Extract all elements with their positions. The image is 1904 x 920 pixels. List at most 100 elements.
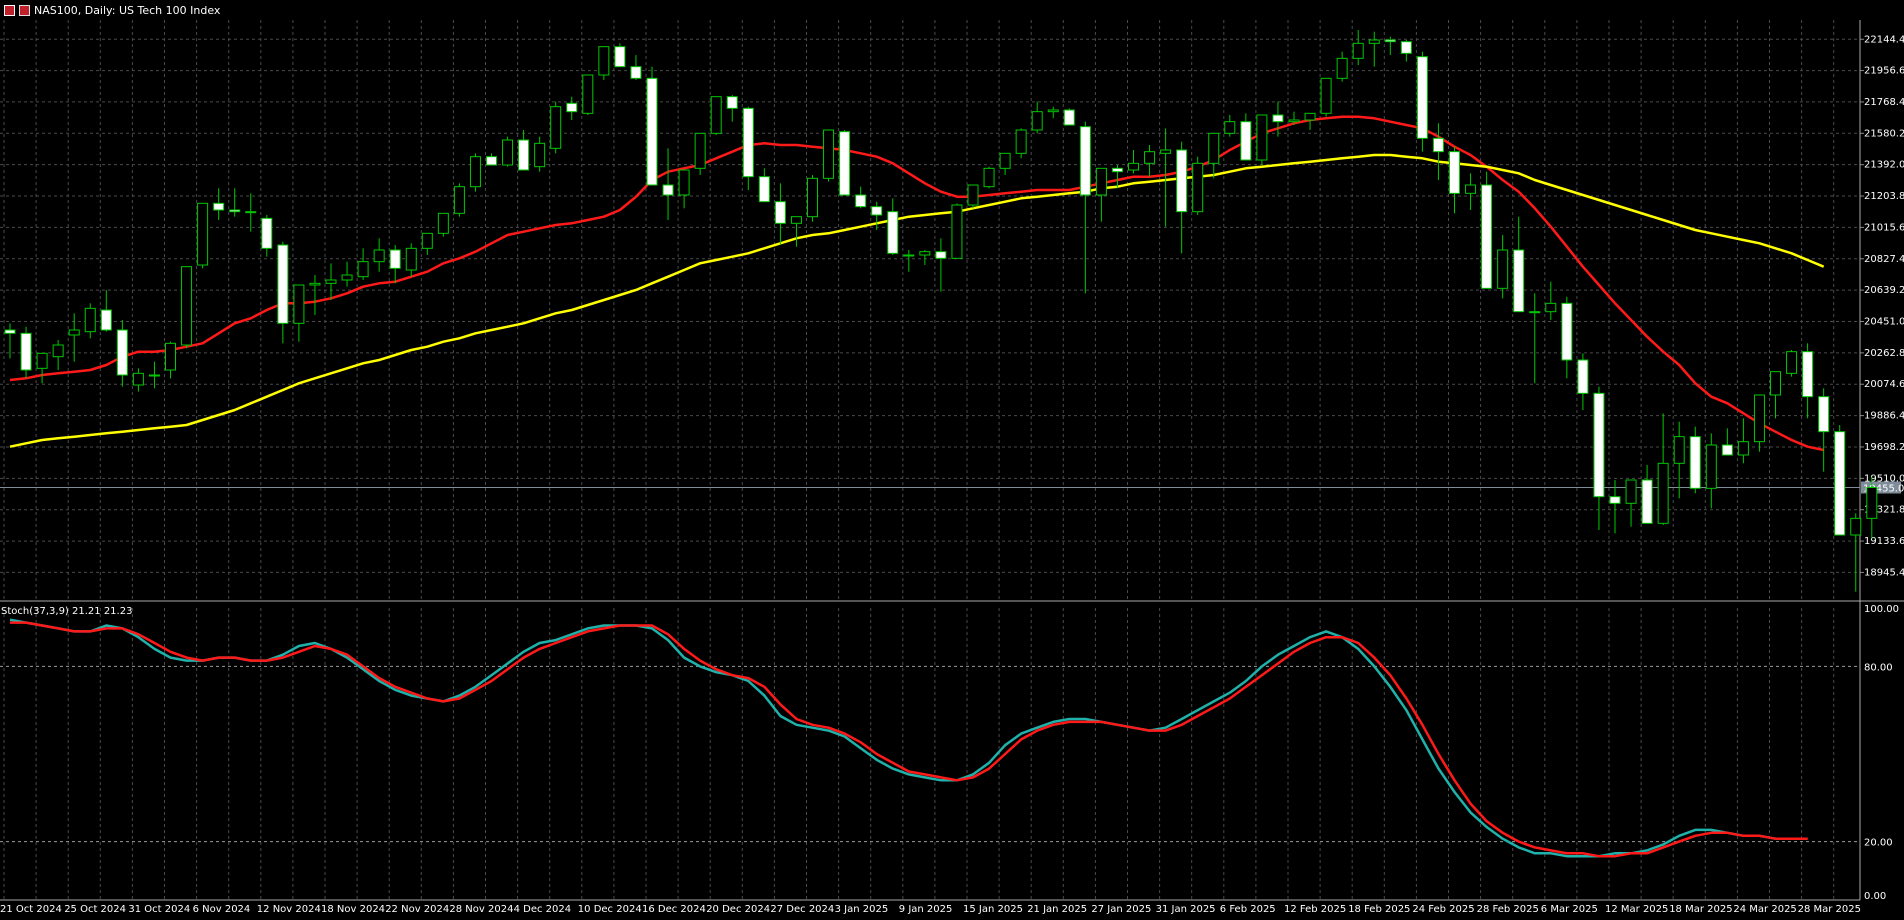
- candle-body-bear: [742, 107, 754, 178]
- candle-body-bear: [1561, 302, 1573, 361]
- candle-body-bear: [1449, 151, 1460, 194]
- candle-body-bull: [1497, 249, 1509, 289]
- chart-canvas[interactable]: 22144.4 21956.6 21768.4 21580.2 21392.0 21203…: [0, 0, 1904, 920]
- candle: [903, 250, 915, 272]
- candle-body-bull: [807, 177, 818, 218]
- candle-body-bear: [1240, 121, 1252, 161]
- date-tick-label: 28 Nov 2024: [449, 904, 513, 915]
- candle-body-bear: [1111, 167, 1123, 173]
- date-tick-label: 18 Mar 2025: [1669, 904, 1732, 915]
- candle-body-bull: [1465, 184, 1477, 194]
- candle-body-bull: [983, 167, 995, 188]
- stoch-tick-label: 20.00: [1864, 838, 1893, 849]
- candles: [4, 30, 1878, 592]
- date-tick-label: 21 Jan 2025: [1027, 904, 1087, 915]
- candle: [1320, 77, 1332, 117]
- candle-body-bear: [1577, 359, 1589, 394]
- candle-body-bull: [68, 329, 80, 336]
- candle-body-bull: [1705, 444, 1717, 489]
- candle-body-bull: [1224, 121, 1236, 134]
- candle: [1497, 235, 1509, 299]
- candle: [935, 238, 947, 292]
- candle: [1641, 465, 1653, 524]
- candle: [100, 290, 112, 332]
- chart-root: NAS100, Daily: US Tech 100 Index 22144.4…: [0, 0, 1904, 920]
- candle-body-bull: [1015, 129, 1027, 154]
- candle: [823, 129, 835, 182]
- candle-body-bear: [277, 244, 289, 324]
- candle-body-bear: [213, 202, 225, 211]
- stoch-tick-label: 100.00: [1864, 604, 1899, 615]
- candle: [518, 130, 530, 171]
- candle: [967, 184, 979, 209]
- candle: [1015, 128, 1027, 159]
- candle: [839, 130, 851, 196]
- candle: [1176, 141, 1188, 254]
- candle-body-bull: [1673, 436, 1685, 464]
- candle: [1432, 123, 1444, 180]
- price-tick-label: 18945.4: [1864, 567, 1904, 578]
- candle: [758, 168, 770, 203]
- candle-body-bull: [325, 279, 337, 284]
- date-tick-label: 27 Dec 2024: [770, 904, 834, 915]
- candle: [389, 245, 401, 284]
- candle: [614, 43, 626, 68]
- candle: [1625, 479, 1637, 527]
- candle-body-bull: [1657, 462, 1669, 524]
- candle-body-bull: [999, 152, 1011, 169]
- candle-body-bull: [598, 46, 610, 76]
- candle-body-bear: [1641, 479, 1653, 524]
- candle-body-bear: [758, 176, 770, 203]
- candle: [1079, 121, 1091, 294]
- candle-body-bear: [662, 184, 674, 196]
- date-tick-label: 10 Dec 2024: [578, 904, 642, 915]
- candle: [1834, 425, 1846, 536]
- candle: [710, 96, 722, 135]
- date-tick-label: 6 Feb 2025: [1220, 904, 1276, 915]
- candle: [245, 193, 257, 232]
- candle-body-bear: [871, 206, 883, 216]
- candle-body-bear: [116, 329, 128, 376]
- candle-body-bull: [967, 184, 979, 206]
- candle-body-bear: [1416, 56, 1428, 139]
- candle: [68, 313, 80, 362]
- date-tick-label: 6 Mar 2025: [1541, 904, 1598, 915]
- candle: [855, 186, 867, 209]
- candle-body-bull: [694, 132, 706, 169]
- candle: [261, 215, 273, 257]
- candle: [678, 169, 690, 209]
- candle-body-bull: [1770, 371, 1781, 396]
- date-tick-label: 15 Jan 2025: [963, 904, 1023, 915]
- stoch-tick-label: 0.00: [1864, 891, 1886, 902]
- date-tick-label: 24 Mar 2025: [1733, 904, 1796, 915]
- candle: [598, 46, 610, 80]
- candle: [1705, 433, 1717, 509]
- candle-body-bull: [341, 274, 353, 281]
- candle: [1689, 426, 1701, 494]
- candle-body-bull: [1336, 57, 1348, 79]
- candle-body-bull: [1095, 167, 1107, 196]
- date-axis: 21 Oct 2024 25 Oct 2024 31 Oct 2024 6 Nov 2…: [0, 904, 1861, 915]
- candle-body-bear: [1593, 392, 1605, 498]
- candle: [486, 153, 497, 166]
- candle: [1786, 350, 1798, 377]
- candle: [534, 136, 546, 172]
- date-tick-label: 20 Dec 2024: [706, 904, 770, 915]
- candle: [726, 95, 738, 122]
- date-tick-label: 28 Mar 2025: [1798, 904, 1861, 915]
- candle-body-bull: [502, 139, 514, 166]
- candle: [1481, 171, 1493, 289]
- candle-body-bull: [1786, 351, 1798, 374]
- candle: [1673, 421, 1685, 499]
- candle: [919, 250, 931, 265]
- candle-body-bull: [678, 169, 690, 196]
- candle: [1208, 132, 1220, 179]
- candle-body-bull: [1320, 77, 1332, 114]
- candle-body-bull: [1753, 394, 1765, 443]
- candle-body-bear: [486, 156, 497, 166]
- price-tick-label: 20639.2: [1864, 285, 1904, 296]
- candle-body-bull: [550, 106, 562, 149]
- candle: [1416, 51, 1428, 152]
- candle: [229, 188, 241, 217]
- candle-body-bull: [1047, 109, 1059, 113]
